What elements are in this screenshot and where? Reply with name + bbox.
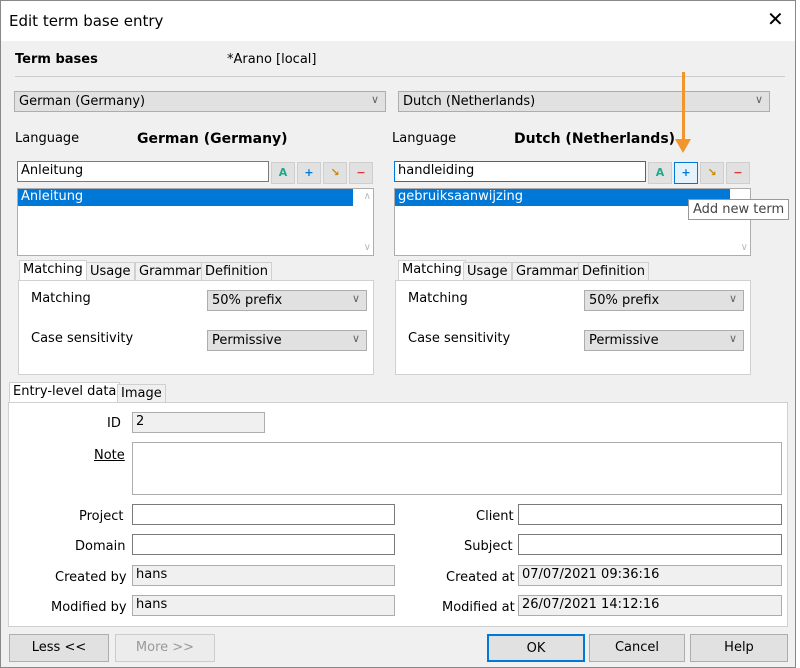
delete-term-icon[interactable]: − — [349, 162, 373, 184]
project-field[interactable] — [132, 504, 395, 525]
case-sensitivity-label: Case sensitivity — [31, 331, 134, 346]
scroll-up-icon[interactable]: ∧ — [364, 191, 371, 202]
case-sensitivity-select[interactable]: Permissive ∨ — [584, 330, 744, 351]
matching-value: 50% prefix — [212, 293, 283, 308]
created-by-label: Created by — [55, 570, 127, 585]
tab-matching[interactable]: Matching — [398, 260, 466, 280]
add-term-icon[interactable]: + — [297, 162, 321, 184]
matching-label: Matching — [31, 291, 91, 306]
dialog-title: Edit term base entry — [9, 12, 164, 30]
arrow-head-icon — [675, 139, 691, 153]
move-term-icon[interactable]: ↘ — [323, 162, 347, 184]
cancel-button[interactable]: Cancel — [589, 634, 685, 662]
tab-usage[interactable]: Usage — [86, 262, 135, 282]
chevron-down-icon: ∨ — [370, 93, 379, 106]
case-sensitivity-label: Case sensitivity — [408, 331, 511, 346]
tab-definition[interactable]: Definition — [201, 262, 272, 282]
matching-select[interactable]: 50% prefix ∨ — [207, 290, 367, 311]
tab-image[interactable]: Image — [117, 384, 166, 404]
matching-select[interactable]: 50% prefix ∨ — [584, 290, 744, 311]
subject-label: Subject — [464, 539, 513, 554]
tab-usage[interactable]: Usage — [463, 262, 512, 282]
chevron-down-icon: ∨ — [351, 332, 360, 345]
ok-button[interactable]: OK — [487, 634, 585, 662]
target-language-select[interactable]: Dutch (Netherlands) ∨ — [398, 91, 770, 112]
more-button[interactable]: More >> — [115, 634, 215, 662]
source-terms-list[interactable]: Anleitung ∧ ∨ — [17, 188, 374, 256]
delete-term-icon[interactable]: − — [726, 162, 750, 184]
tab-entry-level-data[interactable]: Entry-level data — [9, 382, 121, 402]
matching-label: Matching — [408, 291, 468, 306]
divider — [15, 76, 785, 77]
term-properties-icon[interactable]: A — [271, 162, 295, 184]
project-label: Project — [79, 509, 124, 524]
move-term-icon[interactable]: ↘ — [700, 162, 724, 184]
source-term-input[interactable]: Anleitung — [17, 161, 269, 182]
list-item[interactable]: Anleitung — [18, 189, 353, 206]
source-language-name: German (Germany) — [137, 131, 288, 147]
modified-by-label: Modified by — [51, 600, 127, 615]
tab-grammar[interactable]: Grammar — [512, 262, 583, 282]
case-sensitivity-select[interactable]: Permissive ∨ — [207, 330, 367, 351]
help-button[interactable]: Help — [690, 634, 788, 662]
domain-field[interactable] — [132, 534, 395, 555]
tab-matching[interactable]: Matching — [19, 260, 87, 280]
add-term-icon[interactable]: + — [674, 162, 698, 184]
source-language-label: Language — [15, 131, 80, 146]
modified-at-label: Modified at — [442, 600, 515, 615]
tooltip: Add new term — [688, 199, 790, 220]
matching-panel: Matching 50% prefix ∨ Case sensitivity Pe… — [395, 280, 751, 375]
tab-definition[interactable]: Definition — [578, 262, 649, 282]
note-field[interactable] — [132, 442, 782, 495]
id-field: 2 — [132, 412, 265, 433]
chevron-down-icon: ∨ — [754, 93, 763, 106]
target-term-input[interactable]: handleiding — [394, 161, 646, 182]
matching-panel: Matching 50% prefix ∨ Case sensitivity Pe… — [18, 280, 374, 375]
target-language-name: Dutch (Netherlands) — [514, 131, 676, 147]
list-item[interactable]: gebruiksaanwijzing — [395, 189, 730, 206]
target-language-value: Dutch (Netherlands) — [403, 94, 536, 109]
case-sensitivity-value: Permissive — [589, 333, 659, 348]
chevron-down-icon: ∨ — [728, 332, 737, 345]
id-label: ID — [107, 416, 121, 431]
close-icon[interactable]: ✕ — [767, 7, 784, 31]
chevron-down-icon: ∨ — [351, 292, 360, 305]
term-properties-icon[interactable]: A — [648, 162, 672, 184]
created-at-field: 07/07/2021 09:36:16 — [518, 565, 782, 586]
term-base-value: *Arano [local] — [227, 52, 317, 67]
chevron-down-icon: ∨ — [728, 292, 737, 305]
annotation-arrow — [682, 72, 685, 142]
source-language-select[interactable]: German (Germany) ∨ — [14, 91, 386, 112]
edit-term-dialog: Edit term base entry ✕ Term bases *Arano… — [0, 0, 796, 668]
domain-label: Domain — [75, 539, 126, 554]
created-at-label: Created at — [446, 570, 515, 585]
client-label: Client — [476, 509, 514, 524]
target-language-label: Language — [392, 131, 457, 146]
source-language-value: German (Germany) — [19, 94, 146, 109]
less-button[interactable]: Less << — [9, 634, 109, 662]
scroll-down-icon[interactable]: ∨ — [364, 242, 371, 253]
term-bases-label: Term bases — [15, 52, 98, 67]
note-label: Note — [94, 448, 125, 463]
tab-grammar[interactable]: Grammar — [135, 262, 206, 282]
modified-at-field: 26/07/2021 14:12:16 — [518, 595, 782, 616]
created-by-field: hans — [132, 565, 395, 586]
subject-field[interactable] — [518, 534, 782, 555]
case-sensitivity-value: Permissive — [212, 333, 282, 348]
client-field[interactable] — [518, 504, 782, 525]
title-bar: Edit term base entry ✕ — [1, 1, 795, 41]
modified-by-field: hans — [132, 595, 395, 616]
matching-value: 50% prefix — [589, 293, 660, 308]
scroll-down-icon[interactable]: ∨ — [741, 242, 748, 253]
